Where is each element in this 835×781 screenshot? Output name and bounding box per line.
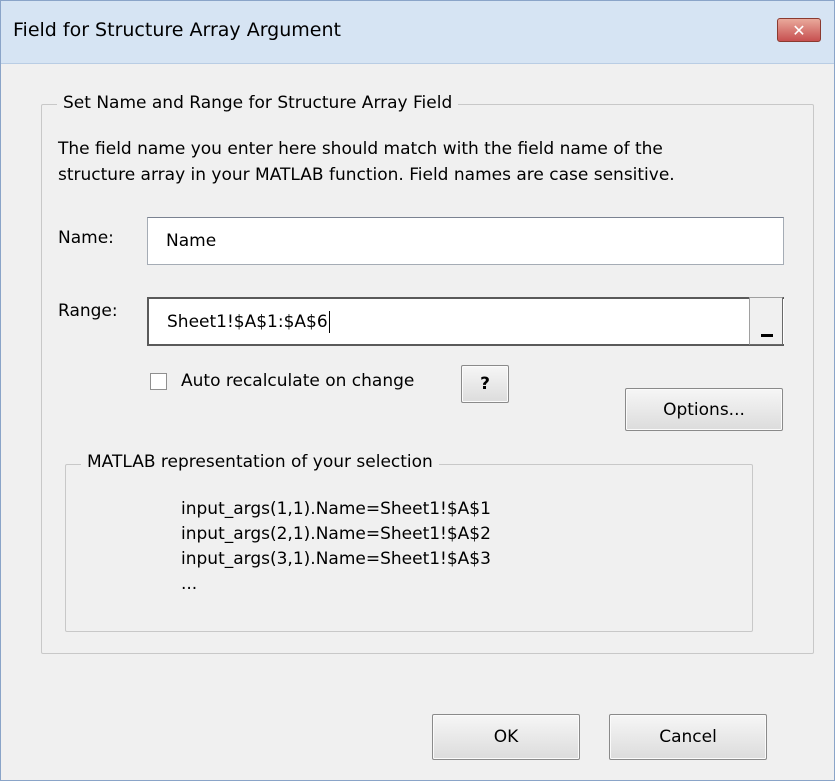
- range-field[interactable]: Sheet1!$A$1:$A$6: [147, 297, 784, 346]
- description-text: The field name you enter here should mat…: [58, 136, 778, 188]
- auto-recalculate-label[interactable]: Auto recalculate on change: [181, 371, 414, 391]
- options-button-label: Options...: [663, 399, 745, 420]
- help-icon: ?: [480, 374, 490, 394]
- range-field-value: Sheet1!$A$1:$A$6: [167, 311, 328, 332]
- text-cursor: [328, 310, 330, 333]
- options-button[interactable]: Options...: [625, 388, 783, 431]
- description-line-2: structure array in your MATLAB function.…: [58, 165, 675, 185]
- name-range-legend: Set Name and Range for Structure Array F…: [57, 93, 459, 113]
- range-select-button[interactable]: [749, 297, 783, 345]
- representation-text: input_args(1,1).Name=Sheet1!$A$1 input_a…: [181, 497, 491, 597]
- representation-ellipsis: ...: [181, 574, 198, 594]
- title-bar: Field for Structure Array Argument ✕: [1, 1, 834, 64]
- name-label: Name:: [58, 228, 114, 248]
- name-field[interactable]: Name: [147, 217, 784, 265]
- window-title: Field for Structure Array Argument: [13, 19, 341, 41]
- cancel-button[interactable]: Cancel: [609, 714, 767, 760]
- collapse-dialog-icon: [761, 334, 773, 337]
- representation-line: input_args(1,1).Name=Sheet1!$A$1: [181, 499, 491, 519]
- name-field-value: Name: [166, 231, 217, 251]
- description-line-1: The field name you enter here should mat…: [58, 139, 663, 159]
- cancel-button-label: Cancel: [659, 727, 717, 747]
- range-label: Range:: [58, 301, 118, 321]
- representation-line: input_args(3,1).Name=Sheet1!$A$3: [181, 549, 491, 569]
- dialog-window: Field for Structure Array Argument ✕ Set…: [0, 0, 835, 781]
- close-button[interactable]: ✕: [777, 18, 821, 42]
- close-icon: ✕: [792, 20, 806, 40]
- ok-button[interactable]: OK: [432, 714, 580, 760]
- auto-recalculate-checkbox[interactable]: [150, 373, 167, 390]
- help-button[interactable]: ?: [461, 365, 509, 403]
- representation-legend: MATLAB representation of your selection: [81, 452, 439, 472]
- ok-button-label: OK: [493, 727, 519, 747]
- representation-line: input_args(2,1).Name=Sheet1!$A$2: [181, 524, 491, 544]
